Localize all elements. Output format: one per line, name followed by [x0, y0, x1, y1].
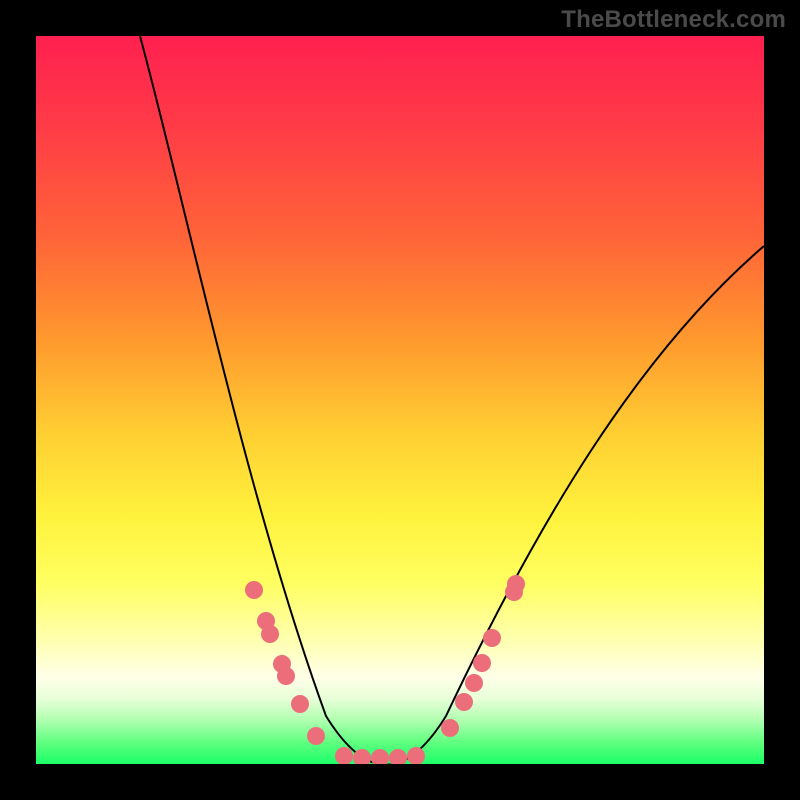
curve-svg [36, 36, 764, 764]
data-marker [465, 674, 483, 692]
data-marker [291, 695, 309, 713]
data-marker [335, 747, 353, 764]
data-marker [455, 693, 473, 711]
marker-group [245, 575, 525, 764]
plot-area [36, 36, 764, 764]
data-marker [483, 629, 501, 647]
watermark-text: TheBottleneck.com [561, 6, 786, 34]
data-marker [473, 654, 491, 672]
data-marker [441, 719, 459, 737]
chart-container: TheBottleneck.com [0, 0, 800, 800]
data-marker [307, 727, 325, 745]
data-marker [277, 667, 295, 685]
data-marker [407, 747, 425, 764]
data-marker [507, 575, 525, 593]
bottleneck-curve [140, 36, 764, 764]
data-marker [261, 625, 279, 643]
data-marker [371, 749, 389, 764]
data-marker [389, 749, 407, 764]
data-marker [245, 581, 263, 599]
